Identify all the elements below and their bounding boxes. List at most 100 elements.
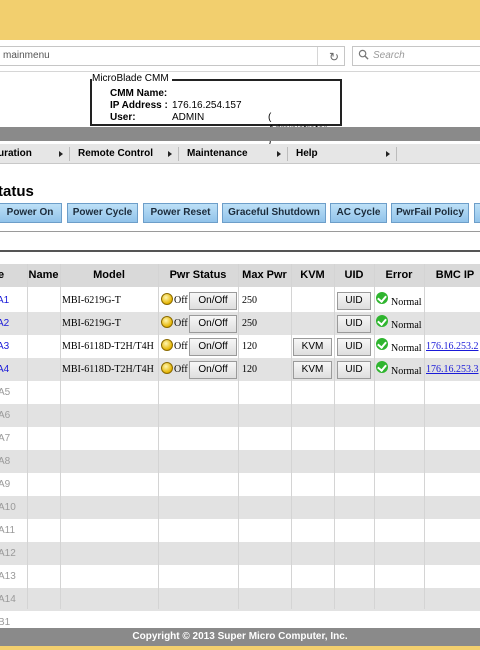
table-row: A4 MBI-6118D-T2H/T4H Off On/Off 120 KVM UID Nor… xyxy=(0,358,480,381)
graceful-shutdown-button[interactable]: Graceful Shutdown xyxy=(222,203,326,223)
browser-bottom-strip xyxy=(0,646,480,650)
cmm-info-box: MicroBlade CMM CMM Name: IP Address : 176… xyxy=(90,73,342,147)
error-status: Normal xyxy=(391,366,422,377)
blade-model: MBI-6118D-T2H/T4H xyxy=(62,341,154,352)
table-row: A7 xyxy=(0,427,480,450)
column-divider xyxy=(374,264,375,609)
slot-link[interactable]: A3 xyxy=(0,335,9,358)
table-row: A1 MBI-6219G-T Off On/Off 250 UID Normal xyxy=(0,289,480,312)
kvm-button[interactable]: KVM xyxy=(293,338,332,356)
pwrfail-policy-button[interactable]: PwrFail Policy xyxy=(391,203,469,223)
menu-item-maintenance[interactable]: Maintenance xyxy=(187,144,248,164)
column-divider xyxy=(158,264,159,609)
col-header-bmc-ip: BMC IP xyxy=(435,269,475,281)
kvm-button[interactable]: KVM xyxy=(293,361,332,379)
column-divider xyxy=(291,264,292,609)
uid-button[interactable]: UID xyxy=(337,361,371,379)
url-field[interactable]: mainmenu ↻ xyxy=(0,46,345,66)
menu-divider xyxy=(396,147,397,161)
blade-status-table: e Name Model Pwr Status Max Pwr KVM UID … xyxy=(0,264,480,650)
menu-divider xyxy=(287,147,288,161)
empty-slot-label: A5 xyxy=(0,387,11,398)
col-header-uid: UID xyxy=(344,269,364,281)
power-off-icon xyxy=(161,293,173,305)
power-cycle-button[interactable]: Power Cycle xyxy=(67,203,138,223)
max-power: 250 xyxy=(242,295,257,306)
bmc-ip-link[interactable]: 176.16.253.3 xyxy=(426,358,479,381)
status-ok-icon xyxy=(376,315,388,327)
browser-address-bar: mainmenu ↻ Search xyxy=(0,40,480,72)
table-header-row: e Name Model Pwr Status Max Pwr KVM UID … xyxy=(0,264,480,287)
power-toggle-button[interactable]: On/Off xyxy=(189,315,237,333)
slot-link[interactable]: A4 xyxy=(0,358,9,381)
col-header-error: Error xyxy=(385,269,413,281)
table-row: A12 xyxy=(0,542,480,565)
column-divider xyxy=(238,264,239,609)
column-divider xyxy=(27,264,28,609)
error-status: Normal xyxy=(391,343,422,354)
power-on-button[interactable]: Power On xyxy=(0,203,62,223)
table-row: A5 xyxy=(0,381,480,404)
user-label: User: xyxy=(110,112,136,123)
col-header-max-pwr: Max Pwr xyxy=(242,269,287,281)
power-off-icon xyxy=(161,362,173,374)
slot-link[interactable]: A1 xyxy=(0,289,9,312)
col-header-name: Name xyxy=(28,269,59,281)
status-ok-icon xyxy=(376,338,388,350)
chevron-right-icon xyxy=(386,151,390,157)
user-value: ADMIN xyxy=(172,112,205,123)
menu-divider xyxy=(69,147,70,161)
table-row: A8 xyxy=(0,450,480,473)
power-toggle-button[interactable]: On/Off xyxy=(189,292,237,310)
empty-slot-label: A9 xyxy=(0,479,11,490)
menu-item-help[interactable]: Help xyxy=(296,144,318,164)
error-status: Normal xyxy=(391,320,422,331)
url-divider xyxy=(317,47,318,65)
max-power: 120 xyxy=(242,364,257,375)
uid-button[interactable]: UID xyxy=(337,338,371,356)
empty-slot-label: A14 xyxy=(0,594,16,605)
power-off-icon xyxy=(161,316,173,328)
power-off-icon xyxy=(161,339,173,351)
page-title: tatus xyxy=(0,183,34,200)
column-divider xyxy=(334,264,335,609)
power-toggle-button[interactable]: On/Off xyxy=(189,361,237,379)
max-power: 250 xyxy=(242,318,257,329)
more-actions-button[interactable] xyxy=(474,203,480,223)
table-row: A2 MBI-6219G-T Off On/Off 250 UID Normal xyxy=(0,312,480,335)
reload-icon[interactable]: ↻ xyxy=(329,48,339,66)
ac-cycle-button[interactable]: AC Cycle xyxy=(330,203,387,223)
menu-item-remote-control[interactable]: Remote Control xyxy=(78,144,153,164)
info-box-title: MicroBlade CMM xyxy=(92,73,172,84)
bmc-ip-link[interactable]: 176.16.253.2 xyxy=(426,335,479,358)
col-header-pwr-status: Pwr Status xyxy=(169,269,227,281)
power-state: Off xyxy=(174,295,188,306)
uid-button[interactable]: UID xyxy=(337,315,371,333)
table-row: A14 xyxy=(0,588,480,611)
search-field[interactable]: Search xyxy=(352,46,480,66)
cmm-name-label: CMM Name: xyxy=(110,88,168,99)
slot-link[interactable]: A2 xyxy=(0,312,9,335)
chevron-right-icon xyxy=(59,151,63,157)
uid-button[interactable]: UID xyxy=(337,292,371,310)
column-divider xyxy=(60,264,61,609)
status-ok-icon xyxy=(376,361,388,373)
power-state: Off xyxy=(174,318,188,329)
col-header-slot: e xyxy=(0,269,5,281)
table-row: A11 xyxy=(0,519,480,542)
menu-item-configuration[interactable]: uration xyxy=(0,144,32,164)
blade-model: MBI-6219G-T xyxy=(62,295,121,306)
power-toggle-button[interactable]: On/Off xyxy=(189,338,237,356)
search-placeholder: Search xyxy=(373,50,405,61)
action-button-bar: Power On Power Cycle Power Reset Gracefu… xyxy=(0,203,480,225)
user-row: User:ADMIN ( Administrator ) xyxy=(110,112,330,147)
cmm-name-row: CMM Name: xyxy=(110,88,172,100)
table-row: A9 xyxy=(0,473,480,496)
table-row: A13 xyxy=(0,565,480,588)
ip-address-value: 176.16.254.157 xyxy=(172,100,242,111)
blade-model: MBI-6219G-T xyxy=(62,318,121,329)
empty-slot-label: A7 xyxy=(0,433,11,444)
ip-address-row: IP Address : 176.16.254.157 xyxy=(110,100,242,112)
empty-slot-label: A12 xyxy=(0,548,16,559)
power-reset-button[interactable]: Power Reset xyxy=(143,203,218,223)
